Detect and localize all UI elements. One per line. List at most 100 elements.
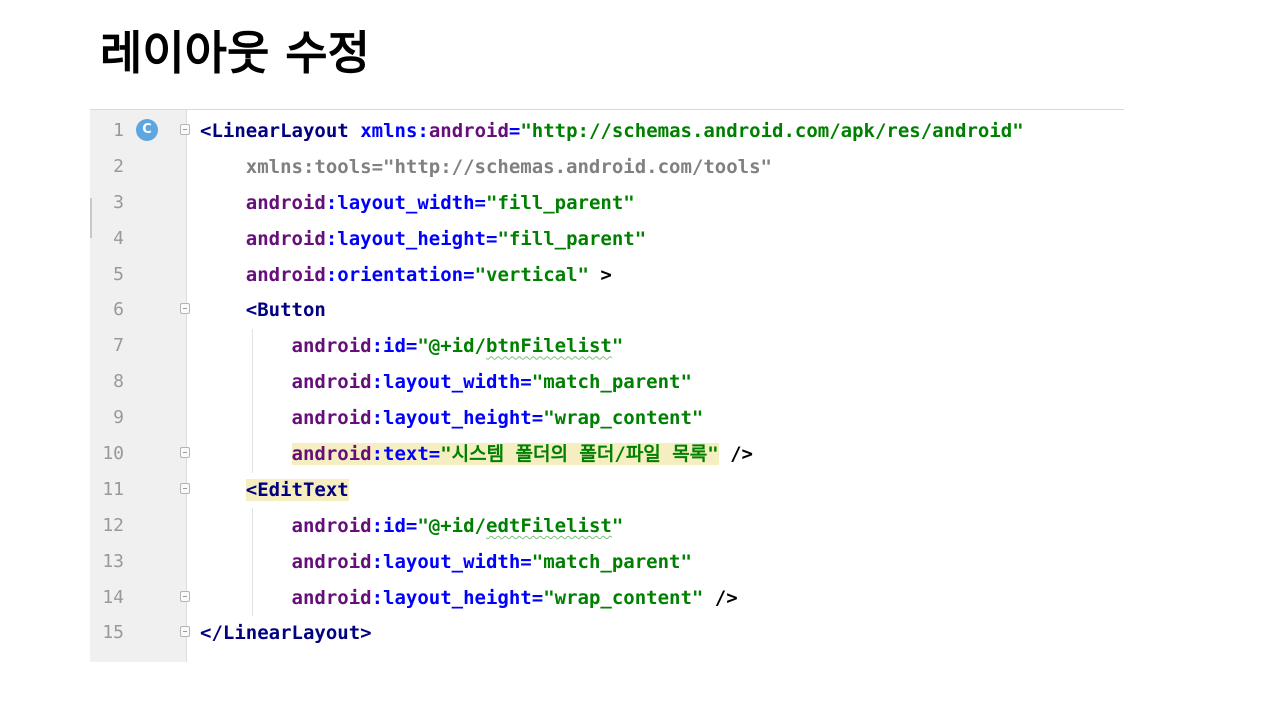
code-line[interactable]: 10 android:text="시스템 폴더의 폴더/파일 목록" /> (90, 436, 1124, 472)
line-number: 7 (113, 335, 124, 357)
code-text: android:orientation="vertical" > (200, 257, 612, 293)
code-lines: 1 C <LinearLayout xmlns:android="http://sc… (90, 113, 1124, 651)
code-token: < (200, 120, 212, 142)
fold-toggle-icon[interactable] (180, 447, 190, 459)
code-token: android (291, 550, 372, 573)
code-token: :layout_width= (371, 371, 532, 394)
line-number: 14 (102, 586, 124, 608)
code-token: android (291, 335, 372, 358)
code-token: :layout_height= (371, 586, 544, 609)
code-token: <Button (245, 299, 326, 322)
code-token: "@+id/ (417, 335, 486, 358)
fold-toggle-icon[interactable] (180, 303, 190, 315)
fold-toggle-icon[interactable] (180, 626, 190, 638)
code-text: <EditText (200, 472, 349, 508)
line-number: 13 (102, 550, 124, 572)
code-line[interactable]: 13 android:layout_width="match_parent" (90, 544, 1124, 580)
line-number: 12 (102, 514, 124, 536)
code-token: "fill_parent" (486, 191, 635, 214)
code-line[interactable]: 6 <Button (90, 292, 1124, 328)
code-text: android:layout_height="fill_parent" (200, 221, 646, 257)
code-token: xmlns:tools="http://schemas.android.com/… (245, 155, 772, 178)
code-line[interactable]: 12 android:id="@+id/edtFilelist" (90, 508, 1124, 544)
code-token: "@+id/ (417, 514, 486, 537)
code-token: /> (703, 586, 738, 609)
code-token: :orientation= (325, 263, 475, 286)
code-token: android (245, 227, 326, 250)
code-text: </LinearLayout> (200, 615, 372, 651)
code-line[interactable]: 15 </LinearLayout> (90, 615, 1124, 651)
class-icon[interactable]: C (136, 119, 158, 141)
code-token: "match_parent" (531, 371, 692, 394)
code-token: LinearLayout (211, 120, 349, 142)
code-token: android (291, 586, 372, 609)
code-text: android:layout_width="match_parent" (200, 364, 692, 400)
code-line[interactable]: 9 android:layout_height="wrap_content" (90, 400, 1124, 436)
code-token: "fill_parent" (497, 227, 647, 250)
code-token: :id= (371, 335, 418, 358)
code-token: " (611, 514, 624, 537)
code-line[interactable]: 5 android:orientation="vertical" > (90, 257, 1124, 293)
code-token: :layout_height= (325, 227, 498, 250)
slide-title: 레이아웃 수정 (100, 26, 370, 80)
code-token: android (291, 371, 372, 394)
code-text: <Button (200, 292, 326, 328)
code-token: android (291, 443, 372, 466)
line-number: 6 (113, 299, 124, 321)
line-number: 9 (113, 407, 124, 429)
code-line[interactable]: 1 C <LinearLayout xmlns:android="http://sc… (90, 113, 1124, 149)
code-token: edtFilelist (486, 514, 612, 537)
code-text: xmlns:tools="http://schemas.android.com/… (200, 149, 772, 185)
code-line[interactable]: 7 android:id="@+id/btnFilelist" (90, 328, 1124, 364)
fold-toggle-icon[interactable] (180, 482, 190, 494)
line-number: 4 (113, 227, 124, 249)
code-text: android:layout_width="fill_parent" (200, 185, 635, 221)
fold-toggle-icon[interactable] (180, 124, 190, 135)
code-token: :layout_width= (371, 550, 532, 573)
code-token: </LinearLayout> (200, 622, 372, 645)
code-token: "match_parent" (531, 550, 692, 573)
code-line[interactable]: 11 <EditText (90, 472, 1124, 508)
code-token: "wrap_content" (543, 586, 704, 609)
code-token: /> (718, 443, 753, 466)
code-text: android:id="@+id/edtFilelist" (200, 508, 624, 544)
line-number: 5 (113, 263, 124, 285)
line-number: 15 (102, 622, 124, 644)
code-token: "vertical" (474, 263, 589, 286)
code-token: btnFilelist (486, 335, 612, 358)
code-line[interactable]: 3 android:layout_width="fill_parent" (90, 185, 1124, 221)
line-number: 10 (102, 443, 124, 465)
code-token: :text= (371, 443, 441, 466)
code-token: "http://schemas.android.com/apk/res/andr… (520, 120, 1024, 142)
code-line[interactable]: 8 android:layout_width="match_parent" (90, 364, 1124, 400)
code-token: "시스템 폴더의 폴더/파일 목록" (440, 443, 719, 466)
code-line[interactable]: 4 android:layout_height="fill_parent" (90, 221, 1124, 257)
code-line[interactable]: 2 xmlns:tools="http://schemas.android.co… (90, 149, 1124, 185)
fold-toggle-icon[interactable] (180, 590, 190, 602)
line-number: 2 (113, 155, 124, 177)
line-number: 1 (113, 120, 124, 141)
code-editor[interactable]: 1 C <LinearLayout xmlns:android="http://sc… (90, 109, 1124, 662)
code-token: " (611, 335, 624, 358)
code-token: xmlns: (360, 120, 429, 142)
code-text: android:layout_height="wrap_content" (200, 400, 704, 436)
code-text: android:layout_width="match_parent" (200, 544, 692, 580)
code-token: :layout_width= (325, 191, 486, 214)
line-number: 8 (113, 371, 124, 393)
code-text: android:text="시스템 폴더의 폴더/파일 목록" /> (200, 436, 753, 472)
code-token: android (291, 514, 372, 537)
code-token: :layout_height= (371, 407, 544, 430)
code-token: android (428, 120, 509, 142)
code-line[interactable]: 14 android:layout_height="wrap_content" … (90, 580, 1124, 616)
